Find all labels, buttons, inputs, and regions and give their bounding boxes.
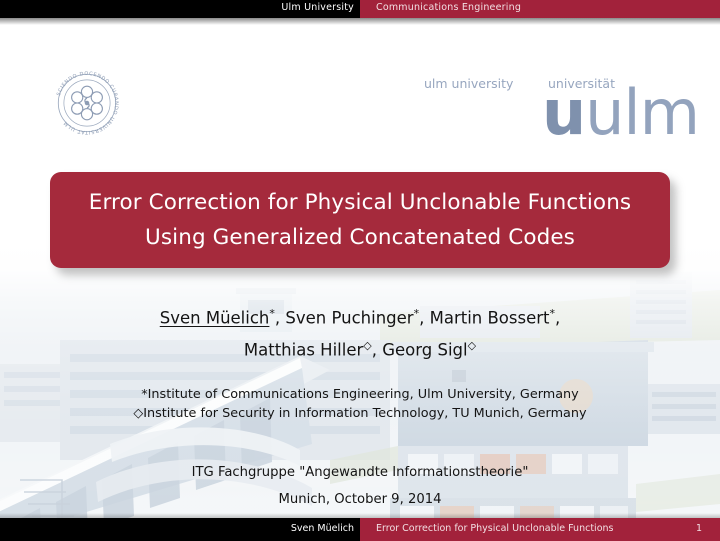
affiliation-list: *Institute of Communications Engineering… [0,385,720,423]
author-sep-1: , [274,308,286,328]
event-date-location: Munich, October 9, 2014 [278,492,442,507]
title-line-2: Using Generalized Concatenated Codes [145,225,575,250]
footer-title-label: Error Correction for Physical Unclonable… [376,523,614,534]
author-name-5: Georg Sigl [382,340,468,359]
author-name-presenter: Sven Müelich [159,308,270,328]
author-sep-2: , [419,308,430,328]
footer-page-number: 1 [695,523,702,534]
affiliation-line-1: *Institute of Communications Engineering… [141,387,579,402]
header-bar: Ulm University Communications Engineerin… [0,0,720,18]
footer-author-label: Sven Müelich [290,523,354,534]
author-mark-4: ◇ [363,338,372,352]
author-mark-5: ◇ [467,338,477,352]
affiliation-line-2: ◇Institute for Security in Information T… [133,406,587,421]
ulm-university-seal-icon: SCIENDO DOCENDO CURANDO UNIVERSITAT ULM [52,68,122,138]
uulm-wordmark: uulm [542,82,700,144]
author-sep-4: , [371,340,383,359]
author-line-2: Matthias Hiller◇, Georg Sigl◇ [0,332,720,364]
uulm-wordmark-u: u [542,76,586,149]
author-line-1: Sven Müelich*, Sven Puchinger*, Martin B… [0,300,720,332]
author-name-2: Sven Puchinger [285,308,414,328]
presentation-title-slide: Ulm University Communications Engineerin… [0,0,720,541]
header-department-label: Communications Engineering [376,2,522,13]
author-sep-3: , [555,308,561,328]
slide-body: Sven Müelich*, Sven Puchinger*, Martin B… [0,300,720,513]
title-line-1: Error Correction for Physical Unclonable… [88,190,632,215]
header-bar-shadow [0,18,720,25]
uulm-wordmark-ulm: ulm [585,76,700,149]
event-info: ITG Fachgruppe "Angewandte Informationst… [0,459,720,513]
author-list: Sven Müelich*, Sven Puchinger*, Martin B… [0,300,720,363]
author-name-3: Martin Bossert [429,308,550,328]
uulm-logo: ulm university universität uulm [424,76,700,144]
event-name: ITG Fachgruppe "Angewandte Informationst… [191,465,529,480]
header-institution-label: Ulm University [281,2,354,13]
author-name-4: Matthias Hiller [243,340,364,359]
uulm-logo-english-label: ulm university [424,76,514,91]
seal-graphic: SCIENDO DOCENDO CURANDO UNIVERSITAT ULM [56,71,118,135]
footer-bar: Sven Müelich Error Correction for Physic… [0,518,720,541]
title-box: Error Correction for Physical Unclonable… [50,172,670,268]
